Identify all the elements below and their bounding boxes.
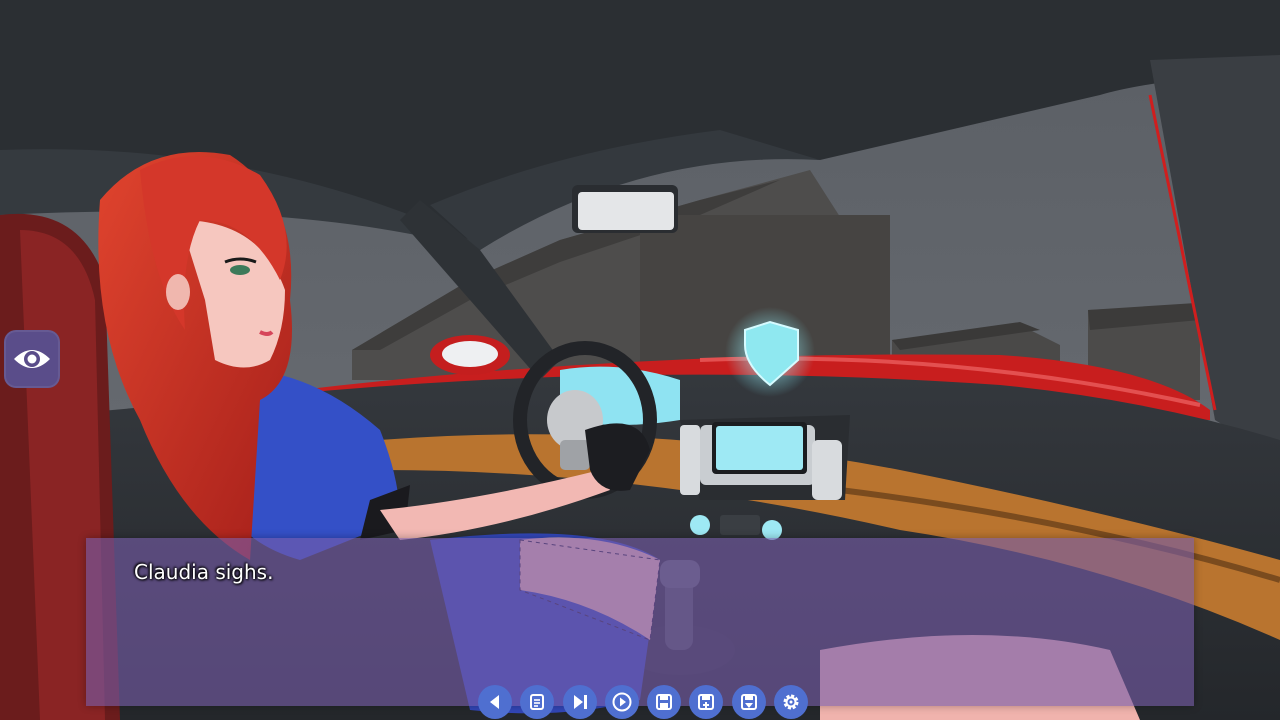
skip-forward-icon [573, 695, 587, 709]
auto-button[interactable] [604, 685, 639, 719]
hide-ui-button[interactable] [4, 330, 60, 388]
gear-icon [783, 694, 799, 710]
preferences-button[interactable] [773, 685, 808, 719]
quick-load-button[interactable] [731, 685, 766, 719]
save-button[interactable] [647, 685, 682, 719]
triangle-left-icon [490, 695, 499, 709]
eye-icon [14, 350, 50, 368]
floppy-disk-arrow-icon [740, 694, 757, 710]
back-button[interactable] [478, 685, 512, 719]
quick-menu [478, 684, 808, 720]
scroll-icon [530, 694, 545, 710]
floppy-disk-icon [656, 694, 673, 710]
history-button[interactable] [520, 685, 555, 719]
dialogue-text: Claudia sighs. [134, 560, 274, 584]
quick-save-button[interactable] [689, 685, 724, 719]
floppy-disk-plus-icon [698, 694, 715, 710]
play-circle-icon [612, 692, 632, 712]
skip-button[interactable] [562, 685, 597, 719]
dialogue-box[interactable]: Claudia sighs. [86, 538, 1194, 706]
